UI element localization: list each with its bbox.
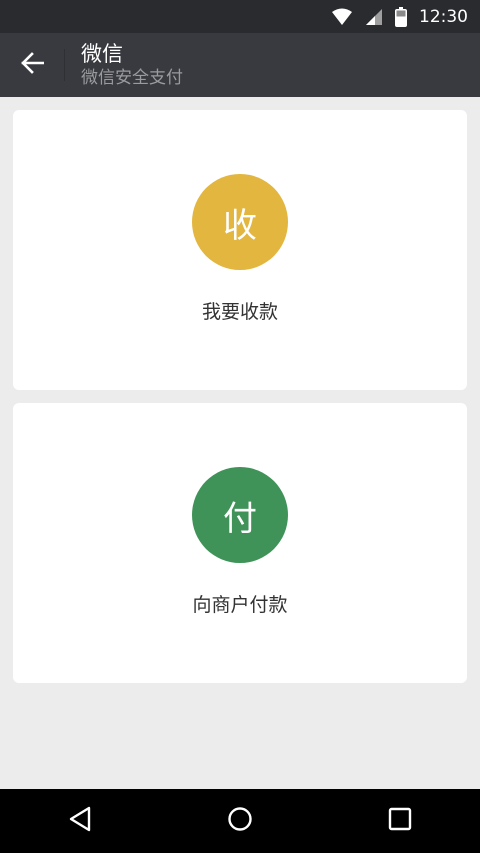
recents-square-icon [388,807,412,835]
status-time: 12:30 [419,6,468,27]
page-title: 微信 [81,42,123,66]
back-arrow-icon [20,52,45,78]
pay-merchant-card[interactable]: 付 向商户付款 [13,403,467,683]
app-bar-divider [64,49,65,81]
home-circle-icon [227,806,253,836]
nav-recents-button[interactable] [360,789,440,853]
receive-money-label: 我要收款 [201,301,278,323]
system-nav-bar [0,789,480,853]
cell-signal-icon [365,8,383,26]
nav-home-button[interactable] [200,789,280,853]
app-bar-titles: 微信 微信安全支付 [81,41,183,89]
receive-money-card[interactable]: 收 我要收款 [13,110,467,390]
pay-merchant-label: 向商户付款 [192,594,288,616]
page-subtitle: 微信安全支付 [81,68,183,88]
app-bar: 微信 微信安全支付 [0,33,480,97]
nav-back-button[interactable] [40,789,120,853]
status-bar: 12:30 [0,0,480,33]
back-triangle-icon [68,806,92,836]
pay-badge: 付 [192,467,288,563]
main-content: 收 我要收款 付 向商户付款 [0,97,480,789]
receive-badge: 收 [192,174,288,270]
back-button[interactable] [0,33,64,97]
wifi-icon [331,8,353,26]
battery-icon [395,6,407,27]
